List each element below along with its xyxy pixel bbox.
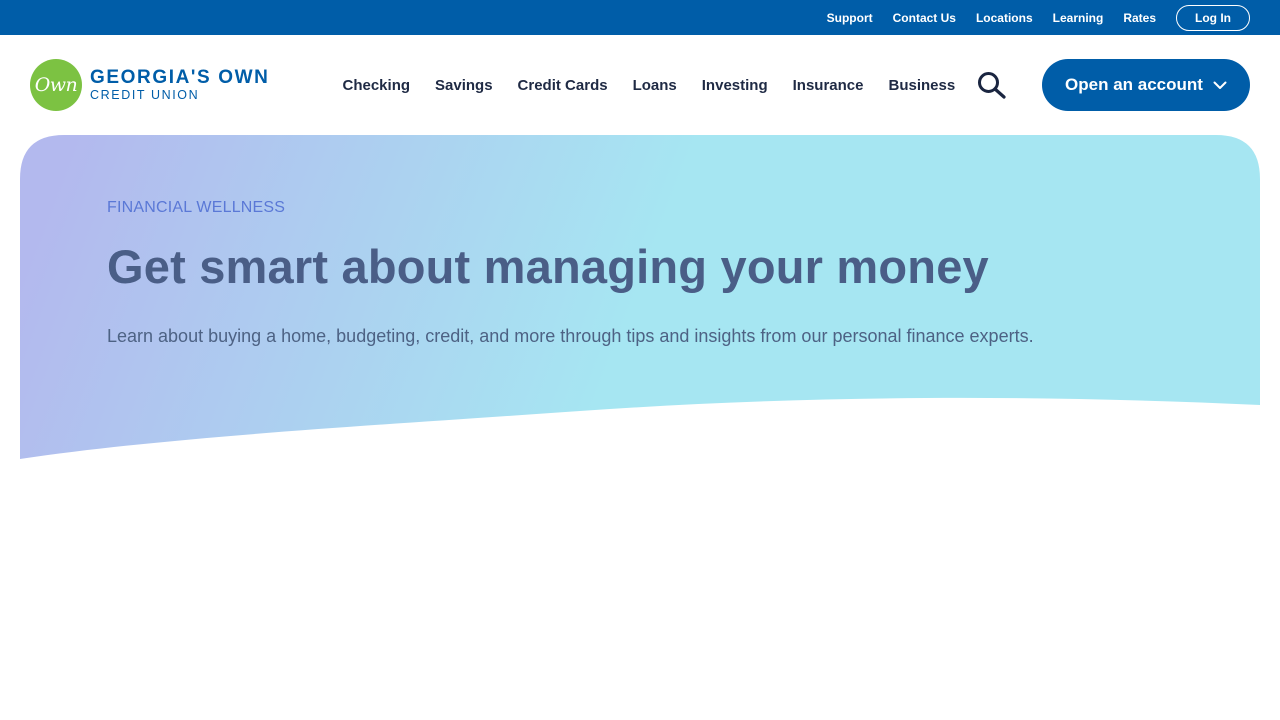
utility-link-learning[interactable]: Learning [1053, 11, 1104, 25]
utility-link-support[interactable]: Support [827, 11, 873, 25]
nav-item-business[interactable]: Business [889, 77, 956, 94]
utility-link-locations[interactable]: Locations [976, 11, 1033, 25]
hero-description: Learn about buying a home, budgeting, cr… [107, 326, 1034, 346]
logo-subtitle: CREDIT UNION [90, 87, 200, 102]
search-button[interactable] [974, 69, 1010, 101]
chevron-down-icon [1213, 81, 1227, 90]
utility-bar: Support Contact Us Locations Learning Ra… [0, 0, 1280, 35]
nav-item-checking[interactable]: Checking [343, 77, 411, 94]
hero-background [20, 135, 1260, 459]
main-nav: Checking Savings Credit Cards Loans Inve… [330, 35, 968, 135]
logo-text: GEORGIA'S OWN CREDIT UNION [90, 66, 270, 103]
main-header: Own GEORGIA'S OWN CREDIT UNION Checking … [0, 35, 1280, 135]
hero-eyebrow: FINANCIAL WELLNESS [107, 199, 286, 216]
hero-banner: FINANCIAL WELLNESS Get smart about manag… [20, 135, 1260, 459]
search-icon [978, 72, 1006, 99]
nav-item-credit-cards[interactable]: Credit Cards [518, 77, 608, 94]
utility-link-rates[interactable]: Rates [1123, 11, 1156, 25]
open-account-button[interactable]: Open an account [1042, 59, 1250, 111]
nav-item-investing[interactable]: Investing [702, 77, 768, 94]
nav-item-savings[interactable]: Savings [435, 77, 493, 94]
logo[interactable]: Own GEORGIA'S OWN CREDIT UNION [30, 59, 280, 111]
utility-link-contact-us[interactable]: Contact Us [893, 11, 956, 25]
logo-name: GEORGIA'S OWN [90, 66, 270, 88]
login-button[interactable]: Log In [1176, 4, 1250, 31]
open-account-label: Open an account [1065, 75, 1203, 94]
logo-mark: Own [30, 59, 82, 111]
nav-item-insurance[interactable]: Insurance [793, 77, 864, 94]
hero-title: Get smart about managing your money [107, 240, 989, 293]
nav-item-loans[interactable]: Loans [633, 77, 677, 94]
